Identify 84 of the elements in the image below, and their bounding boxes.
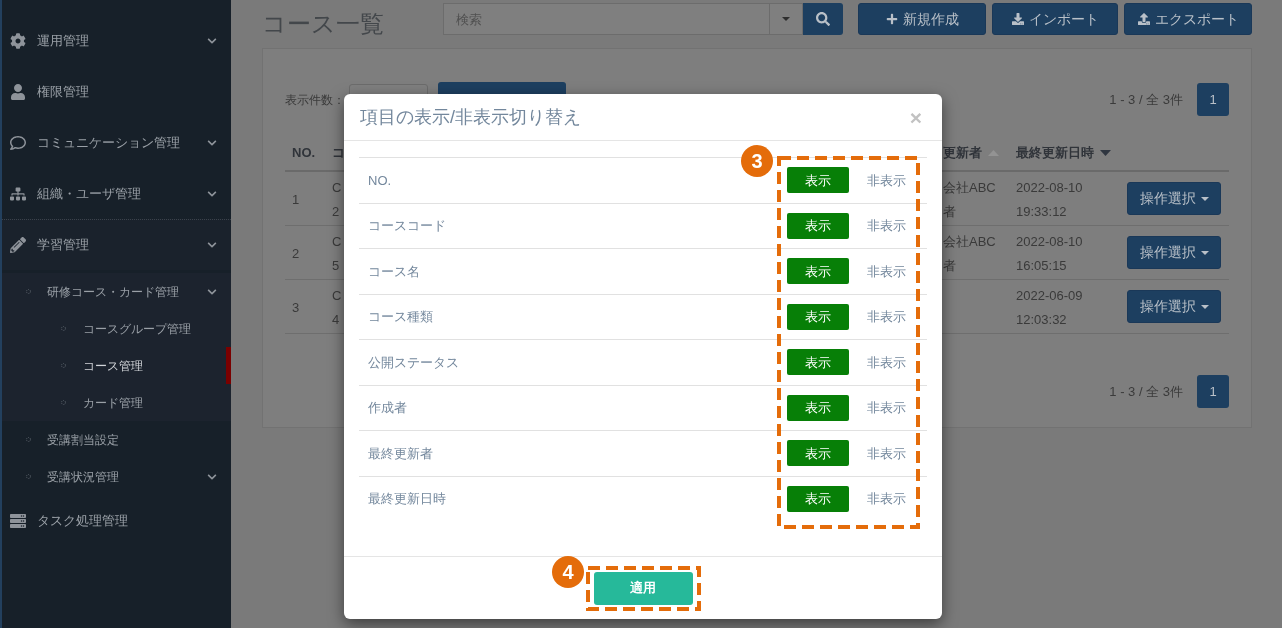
table-cell: C 5 bbox=[332, 233, 342, 273]
toggle-option[interactable]: 非表示 bbox=[858, 258, 915, 285]
sidebar-item[interactable]: 受講割当設定 bbox=[2, 421, 231, 458]
toggle-option[interactable]: 表示 bbox=[787, 303, 849, 330]
bullet-icon bbox=[61, 326, 66, 331]
column-header: NO. bbox=[292, 144, 316, 163]
toggle-option[interactable]: 非表示 bbox=[858, 394, 915, 421]
plus-icon bbox=[885, 13, 898, 25]
hierarchy-icon bbox=[10, 185, 26, 202]
sidebar-item[interactable]: 組織・ユーザ管理 bbox=[2, 168, 231, 219]
row-action-button[interactable]: 操作選択 bbox=[1127, 182, 1221, 215]
field-label: 最終更新者 bbox=[368, 444, 433, 463]
user-icon bbox=[10, 83, 26, 100]
toggle-option[interactable]: 表示 bbox=[787, 394, 849, 421]
toggle-option[interactable]: 非表示 bbox=[858, 485, 915, 512]
toolbar-button[interactable]: インポート bbox=[992, 3, 1118, 35]
table-cell: C 4 bbox=[332, 287, 342, 327]
toggle-option[interactable]: 表示 bbox=[787, 485, 849, 512]
field-label: 作成者 bbox=[368, 399, 407, 417]
caret-down-icon bbox=[782, 17, 790, 21]
bullet-icon bbox=[61, 363, 66, 368]
field-label: コース名 bbox=[368, 262, 420, 281]
caret-down-icon bbox=[1200, 196, 1209, 201]
table-cell: 1 bbox=[292, 191, 300, 207]
toggle-option[interactable]: 非表示 bbox=[858, 349, 915, 376]
column-header: コ bbox=[332, 144, 345, 163]
search-icon bbox=[816, 12, 830, 26]
sidebar-item[interactable]: カード管理 bbox=[2, 384, 231, 421]
tray-arrow-up-icon bbox=[1137, 13, 1150, 25]
page-button[interactable]: 1 bbox=[1197, 83, 1229, 116]
bullet-icon bbox=[26, 289, 31, 294]
table-cell: 2022-06-09 12:03:32 bbox=[1016, 287, 1083, 327]
sidebar-item[interactable]: コースグループ管理 bbox=[2, 310, 231, 347]
server-icon bbox=[10, 512, 26, 529]
sidebar-item[interactable]: 研修コース・カード管理 bbox=[2, 273, 231, 310]
bullet-icon bbox=[61, 400, 66, 405]
table-cell: 2022-08-10 19:33:12 bbox=[1016, 179, 1083, 219]
toolbar-button[interactable]: エクスポート bbox=[1124, 3, 1252, 35]
toggle-option[interactable]: 表示 bbox=[787, 167, 849, 194]
dialog-title: 項目の表示/非表示切り替え bbox=[360, 105, 581, 129]
row-action-button[interactable]: 操作選択 bbox=[1127, 290, 1221, 323]
tray-arrow-down-icon bbox=[1011, 13, 1024, 25]
toggle-option[interactable]: 表示 bbox=[787, 440, 849, 467]
toggle-option[interactable]: 非表示 bbox=[858, 212, 915, 239]
column-header[interactable]: 最終更新日時 bbox=[1016, 143, 1094, 163]
step-marker: 3 bbox=[741, 145, 773, 177]
search-button[interactable] bbox=[803, 3, 843, 35]
pencil-icon bbox=[10, 237, 26, 253]
caret-down-icon bbox=[1200, 304, 1209, 309]
field-label: コースコード bbox=[368, 217, 446, 235]
toolbar-button[interactable]: 新規作成 bbox=[858, 3, 986, 35]
row-action-button[interactable]: 操作選択 bbox=[1127, 236, 1221, 269]
field-label: 公開ステータス bbox=[368, 353, 459, 372]
caret-down-icon bbox=[1200, 250, 1209, 255]
toggle-option[interactable]: 非表示 bbox=[858, 303, 915, 330]
field-label: NO. bbox=[368, 171, 392, 190]
table-cell: 会社ABC 者 bbox=[943, 233, 996, 273]
page-button[interactable]: 1 bbox=[1197, 375, 1229, 408]
page-size-label: 表示件数： bbox=[285, 91, 345, 109]
gear-icon bbox=[10, 32, 26, 49]
toggle-option[interactable]: 非表示 bbox=[858, 440, 915, 467]
bullet-icon bbox=[26, 437, 31, 442]
table-cell: C 2 bbox=[332, 179, 342, 219]
table-cell: 2022-08-10 16:05:15 bbox=[1016, 233, 1083, 273]
sidebar-item[interactable]: タスク処理管理 bbox=[2, 495, 231, 546]
toggle-option[interactable]: 表示 bbox=[787, 212, 849, 239]
sidebar-item[interactable]: コミュニケーション管理 bbox=[2, 117, 231, 168]
table-cell: 3 bbox=[292, 299, 300, 315]
table-cell: 2 bbox=[292, 245, 300, 261]
toggle-option[interactable]: 表示 bbox=[787, 349, 849, 376]
pagination-summary: 1 - 3 / 全 3件 bbox=[1109, 382, 1183, 401]
pagination-summary: 1 - 3 / 全 3件 bbox=[1109, 90, 1183, 109]
toggle-option[interactable]: 非表示 bbox=[858, 167, 915, 194]
step-marker: 4 bbox=[552, 556, 584, 588]
sidebar-item[interactable]: 受講状況管理 bbox=[2, 458, 231, 495]
field-label: 最終更新日時 bbox=[368, 490, 446, 508]
toggle-option[interactable]: 表示 bbox=[787, 258, 849, 285]
sidebar-item[interactable]: 運用管理 bbox=[2, 15, 231, 66]
column-header[interactable]: 更新者 bbox=[943, 143, 982, 163]
table-cell: 会社ABC 者 bbox=[943, 179, 996, 219]
bullet-icon bbox=[26, 474, 31, 479]
speech-bubble-icon bbox=[10, 134, 26, 151]
field-label: コース種類 bbox=[368, 308, 433, 326]
sidebar-item[interactable]: 権限管理 bbox=[2, 66, 231, 117]
